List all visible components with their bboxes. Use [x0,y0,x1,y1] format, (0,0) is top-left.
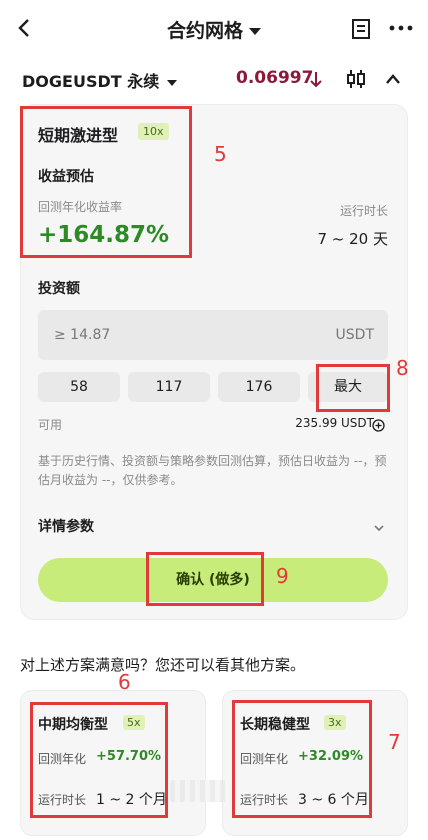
caret-down-icon [249,28,261,35]
candlestick-icon [347,70,365,88]
disclaimer-note: 基于历史行情、投资额与策略参数回测估算，预估日收益为 --，预估月收益为 --，… [38,454,387,487]
document-icon [352,19,370,39]
collapse-button[interactable] [383,70,403,88]
annotation-number-8: 8 [396,356,409,380]
annotation-box-8 [316,364,390,412]
plus-circle-icon [372,419,385,432]
arrow-down-icon [308,68,324,90]
document-button[interactable] [350,18,372,40]
available-label: 可用 [38,418,63,432]
runtime-label: 运行时长 [339,204,388,218]
annotation-box-9 [146,552,264,606]
symbol-name: DOGEUSDT 永续 [22,72,160,91]
annotation-number-5: 5 [214,142,227,166]
amount-chip-58[interactable]: 58 [38,372,120,402]
amount-chip-176[interactable]: 176 [218,372,300,402]
investment-unit: USDT [335,327,374,343]
symbol-selector[interactable]: DOGEUSDT 永续 [22,68,178,92]
annotation-box-6 [30,702,168,818]
chevron-down-icon [374,525,384,532]
page-title: 合约网格 [166,20,243,42]
last-price: 0.06997 [236,68,314,88]
chevron-up-icon [386,74,400,84]
candlestick-chart-button[interactable] [344,67,368,91]
investment-label: 投资额 [38,281,80,297]
annotation-box-7 [232,700,372,818]
details-toggle[interactable]: 详情参数 [38,516,94,536]
caret-down-icon [167,79,178,86]
satisfied-prompt: 对上述方案满意吗？您还可以看其他方案。 [20,656,306,674]
annotation-box-5 [20,106,192,258]
annotation-number-9: 9 [276,564,289,588]
investment-placeholder: ≥ 14.87 [54,327,111,343]
add-funds-button[interactable] [372,417,385,432]
details-expand-button[interactable] [372,519,386,532]
more-button[interactable] [388,20,414,36]
annotation-number-6: 6 [118,670,131,694]
blurred-region [170,780,226,802]
available-value: 235.99 USDT [295,416,374,430]
annotation-number-7: 7 [388,730,401,754]
amount-chip-117[interactable]: 117 [128,372,210,402]
runtime-value: 7 ~ 20 天 [317,230,388,248]
more-dots-icon [389,25,413,31]
